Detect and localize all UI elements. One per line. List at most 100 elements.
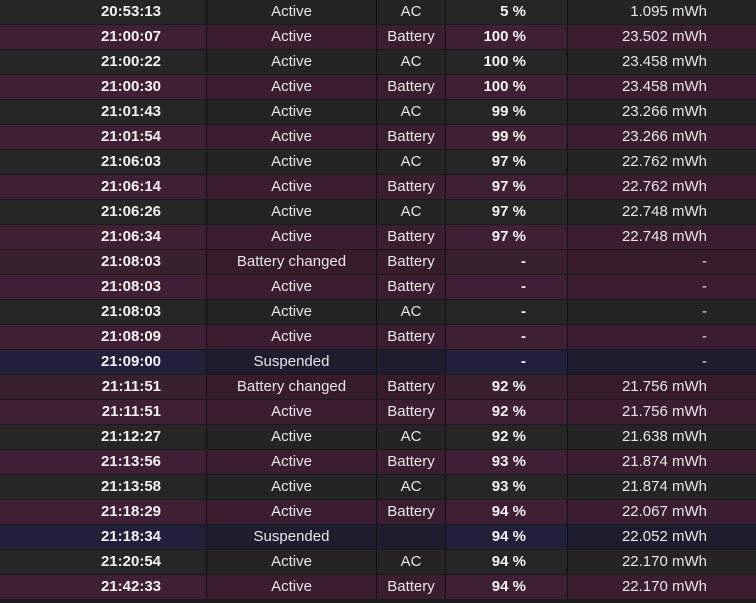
- energy-cell: 21.756 mWh: [568, 375, 756, 399]
- table-row[interactable]: 21:18:29 Active Battery 94 % 22.067 mWh: [0, 500, 756, 524]
- charge-percent-cell: 97 %: [446, 225, 568, 249]
- energy-cell: -: [568, 325, 756, 349]
- state-cell: Active: [207, 175, 377, 199]
- energy-cell: 22.170 mWh: [568, 550, 756, 574]
- power-source-cell: Battery: [377, 500, 446, 524]
- energy-cell: -: [568, 275, 756, 299]
- table-row[interactable]: 21:18:34 Suspended 94 % 22.052 mWh: [0, 525, 756, 549]
- energy-cell: 22.762 mWh: [568, 175, 756, 199]
- energy-cell: 22.170 mWh: [568, 575, 756, 599]
- energy-cell: 21.756 mWh: [568, 400, 756, 424]
- time-cell: 21:11:51: [0, 400, 207, 424]
- table-row[interactable]: 21:09:00 Suspended - -: [0, 350, 756, 374]
- energy-cell: 23.266 mWh: [568, 100, 756, 124]
- state-cell: Active: [207, 100, 377, 124]
- battery-usage-table: 20:53:13 Active AC 5 % 1.095 mWh 21:00:07 Acti…: [0, 0, 756, 603]
- state-cell: Active: [207, 225, 377, 249]
- power-source-cell: Battery: [377, 25, 446, 49]
- time-cell: 21:01:43: [0, 100, 207, 124]
- power-source-cell: Battery: [377, 325, 446, 349]
- time-cell: 21:06:26: [0, 200, 207, 224]
- table-row[interactable]: 21:00:07 Active Battery 100 % 23.502 mWh: [0, 25, 756, 49]
- time-cell: 21:08:03: [0, 250, 207, 274]
- time-cell: 21:08:09: [0, 325, 207, 349]
- table-row[interactable]: 21:01:54 Active Battery 99 % 23.266 mWh: [0, 125, 756, 149]
- table-row[interactable]: 21:06:14 Active Battery 97 % 22.762 mWh: [0, 175, 756, 199]
- time-cell: 21:00:30: [0, 75, 207, 99]
- time-cell: 21:00:07: [0, 25, 207, 49]
- state-cell: Active: [207, 75, 377, 99]
- table-row[interactable]: 21:13:58 Active AC 93 % 21.874 mWh: [0, 475, 756, 499]
- charge-percent-cell: 100 %: [446, 25, 568, 49]
- charge-percent-cell: -: [446, 350, 568, 374]
- power-source-cell: Battery: [377, 450, 446, 474]
- table-row[interactable]: 21:11:51 Battery changed Battery 92 % 21.756…: [0, 375, 756, 399]
- energy-cell: 21.638 mWh: [568, 425, 756, 449]
- table-row[interactable]: 21:00:22 Active AC 100 % 23.458 mWh: [0, 50, 756, 74]
- state-cell: Active: [207, 275, 377, 299]
- time-cell: 21:42:33: [0, 575, 207, 599]
- time-cell: 21:06:34: [0, 225, 207, 249]
- power-source-cell: AC: [377, 550, 446, 574]
- energy-cell: 23.458 mWh: [568, 75, 756, 99]
- energy-cell: 22.748 mWh: [568, 225, 756, 249]
- charge-percent-cell: 92 %: [446, 425, 568, 449]
- charge-percent-cell: 99 %: [446, 125, 568, 149]
- charge-percent-cell: 100 %: [446, 50, 568, 74]
- time-cell: 21:12:27: [0, 425, 207, 449]
- charge-percent-cell: 100 %: [446, 75, 568, 99]
- charge-percent-cell: 99 %: [446, 100, 568, 124]
- state-cell: Active: [207, 325, 377, 349]
- time-cell: 21:00:22: [0, 50, 207, 74]
- table-row[interactable]: 21:00:30 Active Battery 100 % 23.458 mWh: [0, 75, 756, 99]
- energy-cell: 23.458 mWh: [568, 50, 756, 74]
- state-cell: Active: [207, 50, 377, 74]
- time-cell: 21:06:03: [0, 150, 207, 174]
- power-source-cell: AC: [377, 300, 446, 324]
- table-row[interactable]: 21:06:03 Active AC 97 % 22.762 mWh: [0, 150, 756, 174]
- energy-cell: 22.762 mWh: [568, 150, 756, 174]
- power-source-cell: Battery: [377, 175, 446, 199]
- table-row[interactable]: 21:11:51 Active Battery 92 % 21.756 mWh: [0, 400, 756, 424]
- charge-percent-cell: 97 %: [446, 175, 568, 199]
- power-source-cell: AC: [377, 425, 446, 449]
- energy-cell: 23.502 mWh: [568, 25, 756, 49]
- table-row[interactable]: 21:06:26 Active AC 97 % 22.748 mWh: [0, 200, 756, 224]
- time-cell: 21:13:58: [0, 475, 207, 499]
- charge-percent-cell: 97 %: [446, 200, 568, 224]
- table-row[interactable]: 21:08:03 Active Battery - -: [0, 275, 756, 299]
- table-row[interactable]: 21:01:43 Active AC 99 % 23.266 mWh: [0, 100, 756, 124]
- table-row[interactable]: 21:20:54 Active AC 94 % 22.170 mWh: [0, 550, 756, 574]
- state-cell: Active: [207, 475, 377, 499]
- table-row[interactable]: 21:06:34 Active Battery 97 % 22.748 mWh: [0, 225, 756, 249]
- table-row[interactable]: 20:53:13 Active AC 5 % 1.095 mWh: [0, 0, 756, 24]
- state-cell: Suspended: [207, 525, 377, 549]
- state-cell: Active: [207, 0, 377, 24]
- state-cell: Active: [207, 550, 377, 574]
- state-cell: Active: [207, 400, 377, 424]
- table-row[interactable]: 21:12:27 Active AC 92 % 21.638 mWh: [0, 425, 756, 449]
- power-source-cell: Battery: [377, 275, 446, 299]
- table-row[interactable]: 21:13:56 Active Battery 93 % 21.874 mWh: [0, 450, 756, 474]
- energy-cell: 22.052 mWh: [568, 525, 756, 549]
- power-source-cell: [377, 350, 446, 374]
- time-cell: 21:06:14: [0, 175, 207, 199]
- table-row[interactable]: 21:08:09 Active Battery - -: [0, 325, 756, 349]
- energy-cell: 22.067 mWh: [568, 500, 756, 524]
- charge-percent-cell: 93 %: [446, 475, 568, 499]
- power-source-cell: Battery: [377, 400, 446, 424]
- table-row[interactable]: 21:42:33 Active Battery 94 % 22.170 mWh: [0, 575, 756, 599]
- power-source-cell: AC: [377, 475, 446, 499]
- charge-percent-cell: 94 %: [446, 525, 568, 549]
- power-source-cell: AC: [377, 0, 446, 24]
- charge-percent-cell: 97 %: [446, 150, 568, 174]
- table-row[interactable]: 21:08:03 Battery changed Battery - -: [0, 250, 756, 274]
- table-row[interactable]: 21:08:03 Active AC - -: [0, 300, 756, 324]
- charge-percent-cell: 92 %: [446, 400, 568, 424]
- charge-percent-cell: -: [446, 250, 568, 274]
- charge-percent-cell: -: [446, 325, 568, 349]
- time-cell: 21:20:54: [0, 550, 207, 574]
- energy-cell: -: [568, 250, 756, 274]
- power-source-cell: Battery: [377, 575, 446, 599]
- state-cell: Active: [207, 425, 377, 449]
